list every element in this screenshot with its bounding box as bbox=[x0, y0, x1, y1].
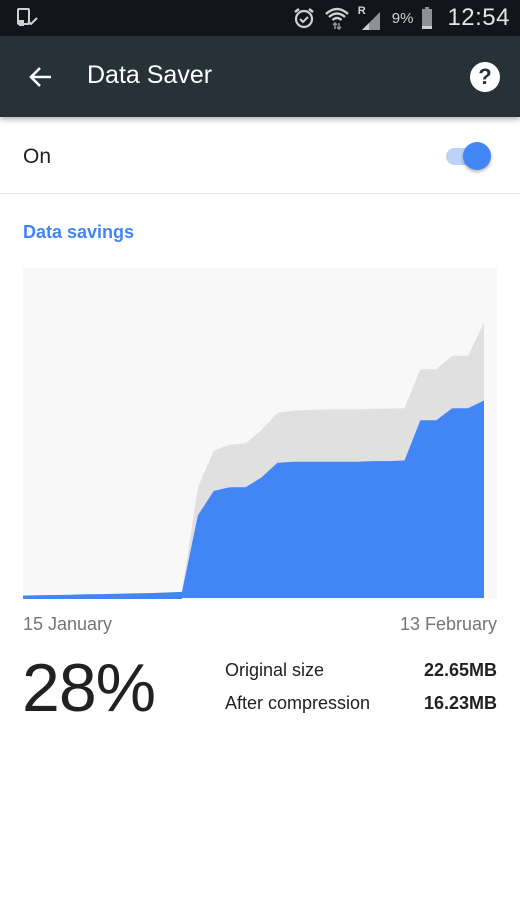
stat-row-original-size: Original size 22.65MB bbox=[225, 660, 497, 693]
app-bar: Data Saver ? bbox=[0, 36, 520, 117]
section-title: Data savings bbox=[23, 222, 135, 242]
wifi-icon bbox=[324, 7, 349, 31]
alarm-icon bbox=[294, 8, 314, 29]
toggle-label: On bbox=[23, 145, 52, 168]
screen-mirroring-check-icon bbox=[17, 8, 38, 26]
signal-roaming-icon: R bbox=[358, 5, 384, 31]
clock: 12:54 bbox=[447, 4, 510, 31]
stat-value: 16.23MB bbox=[423, 693, 497, 713]
battery-icon bbox=[422, 7, 433, 29]
stat-label: After compression bbox=[225, 693, 371, 713]
status-bar: R 9% 12:54 bbox=[0, 0, 520, 36]
stat-row-after-compression: After compression 16.23MB bbox=[225, 693, 497, 726]
baseline bbox=[23, 596, 182, 599]
stat-label: Original size bbox=[225, 660, 325, 680]
page-title: Data Saver bbox=[87, 61, 213, 89]
status-icons: R 9% 12:54 bbox=[292, 0, 510, 36]
stat-value: 22.65MB bbox=[423, 660, 497, 680]
help-icon[interactable]: ? bbox=[470, 62, 500, 92]
stats-table: Original size 22.65MB After compression … bbox=[225, 660, 497, 726]
data-savings-chart bbox=[23, 268, 497, 599]
data-saver-switch[interactable] bbox=[446, 142, 494, 170]
percent-saved: 28% bbox=[22, 650, 156, 726]
arrow-back-icon[interactable] bbox=[26, 62, 56, 92]
chart-start-date: 15 January bbox=[23, 614, 113, 634]
chart-svg bbox=[23, 322, 484, 599]
switch-thumb[interactable] bbox=[463, 142, 491, 170]
battery-percent: 9% bbox=[391, 9, 414, 27]
chart-end-date: 13 February bbox=[399, 614, 497, 634]
data-saver-toggle-row[interactable]: On bbox=[0, 120, 520, 194]
